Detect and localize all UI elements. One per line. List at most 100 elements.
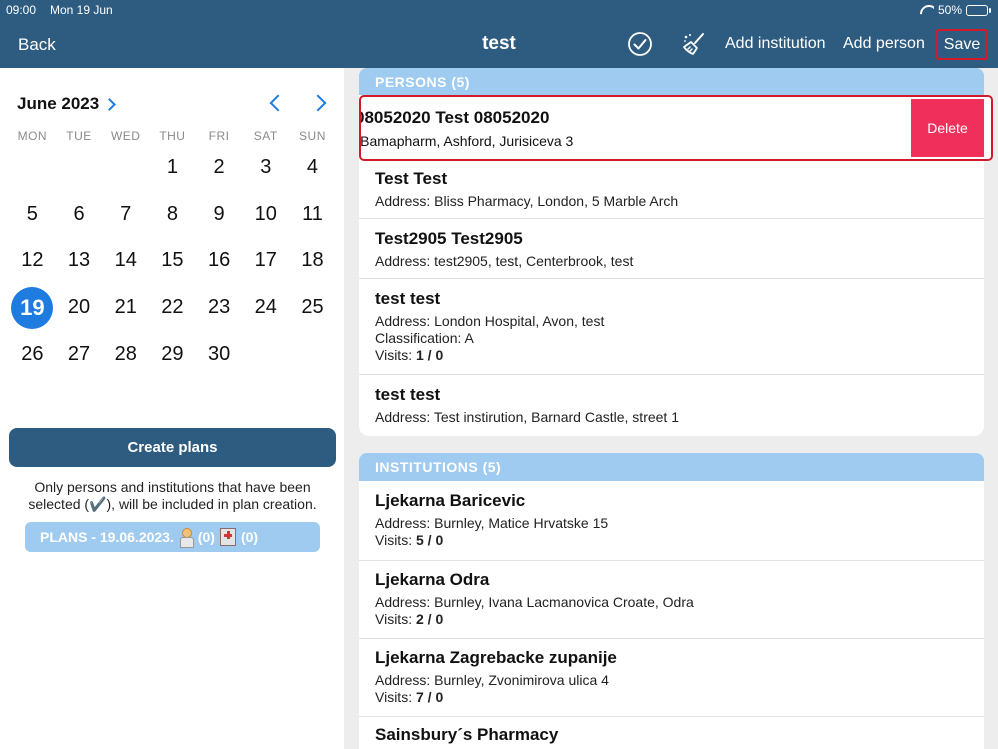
calendar-day-number: 15 <box>161 249 184 272</box>
month-selector[interactable]: June 2023 <box>17 94 117 114</box>
calendar-day[interactable]: 29 <box>149 331 196 378</box>
item-address: Address: London Hospital, Avon, test <box>375 313 605 329</box>
calendar-day[interactable]: 16 <box>196 238 243 285</box>
calendar-day[interactable]: 8 <box>149 191 196 238</box>
calendar-day[interactable]: 25 <box>289 284 336 331</box>
list-item[interactable]: Ljekarna Baricevic Address: Burnley, Mat… <box>359 481 984 561</box>
doctor-icon <box>179 528 194 548</box>
item-address: Address: Bliss Pharmacy, London, 5 Marbl… <box>375 193 679 209</box>
calendar-day-number: 25 <box>301 296 324 319</box>
calendar-day-number: 21 <box>114 296 137 319</box>
calendar-day-number: 27 <box>67 343 91 366</box>
calendar-day[interactable]: 23 <box>196 284 243 331</box>
item-name: 08052020 Test 08052020 <box>359 108 550 127</box>
delete-button[interactable]: Delete <box>911 99 984 157</box>
previous-month-icon[interactable] <box>269 94 287 112</box>
status-bar: 09:00 Mon 19 Jun 50% <box>0 0 998 20</box>
calendar-day[interactable]: 5 <box>9 191 56 238</box>
chevron-right-icon <box>103 97 117 111</box>
calendar-day-number: 20 <box>67 296 91 319</box>
add-person-button[interactable]: Add person <box>843 35 925 53</box>
broom-icon[interactable] <box>681 31 707 57</box>
calendar-day-selected[interactable]: 19 <box>9 284 56 331</box>
calendar-day-number: 8 <box>166 202 178 225</box>
list-item[interactable]: Test2905 Test2905 Address: test2905, tes… <box>359 219 984 279</box>
add-institution-button[interactable]: Add institution <box>725 35 826 53</box>
calendar-panel: June 2023 MON TUE WED THU FRI SAT SUN 12345678… <box>0 68 344 749</box>
calendar-day-number: 23 <box>207 296 231 319</box>
calendar-day[interactable]: 14 <box>102 238 149 285</box>
persons-section-header: PERSONS (5) <box>359 68 984 98</box>
calendar-day[interactable]: 12 <box>9 238 56 285</box>
calendar-day-number: 5 <box>26 202 38 225</box>
swiped-row-content[interactable]: 08052020 Test 08052020 Address: Bamaphar… <box>361 97 912 159</box>
list-item[interactable]: test test Address: Test instirution, Bar… <box>359 375 984 436</box>
calendar-day[interactable]: 26 <box>9 331 56 378</box>
calendar-day[interactable]: 10 <box>242 191 289 238</box>
list-item[interactable]: Ljekarna Odra Address: Burnley, Ivana La… <box>359 561 984 639</box>
wifi-icon <box>920 5 934 15</box>
calendar-day[interactable]: 3 <box>242 144 289 191</box>
calendar-day[interactable]: 9 <box>196 191 243 238</box>
calendar-blank <box>56 144 103 191</box>
calendar-day[interactable]: 28 <box>102 331 149 378</box>
calendar-blank <box>9 144 56 191</box>
weekday-label: TUE <box>66 129 92 143</box>
item-name: Ljekarna Odra <box>375 570 490 589</box>
calendar-day-number: 11 <box>302 202 323 225</box>
weekday-label: SAT <box>253 129 278 143</box>
calendar-day[interactable]: 1 <box>149 144 196 191</box>
calendar-day[interactable]: 27 <box>56 331 103 378</box>
item-address: Address: test2905, test, Centerbrook, te… <box>375 253 634 269</box>
calendar-day-number: 26 <box>21 343 44 366</box>
calendar-day-number: 9 <box>213 202 225 225</box>
calendar-day[interactable]: 30 <box>196 331 243 378</box>
institutions-list: Ljekarna Baricevic Address: Burnley, Mat… <box>359 481 984 749</box>
plan-hint-line: selected (✔️), will be included in plan … <box>28 496 317 512</box>
calendar-day-number: 14 <box>114 249 137 272</box>
calendar-day-number: 28 <box>114 343 137 366</box>
calendar-day[interactable]: 24 <box>242 284 289 331</box>
calendar-day-number: 19 <box>11 286 54 329</box>
calendar-day[interactable]: 11 <box>289 191 336 238</box>
item-address: Address: Burnley, Ivana Lacmanovica Croa… <box>375 594 694 610</box>
calendar-day-number: 24 <box>254 296 277 319</box>
item-visits: Visits: 1 / 0 <box>375 347 444 363</box>
calendar-day[interactable]: 18 <box>289 238 336 285</box>
calendar-day[interactable]: 21 <box>102 284 149 331</box>
calendar-day[interactable]: 15 <box>149 238 196 285</box>
save-button[interactable]: Save <box>936 29 988 60</box>
month-label: June 2023 <box>17 94 100 113</box>
calendar-day-number: 7 <box>120 202 132 225</box>
next-month-icon[interactable] <box>309 94 327 112</box>
status-date: Mon 19 Jun <box>50 3 113 17</box>
calendar-day[interactable]: 22 <box>149 284 196 331</box>
calendar-day-number: 29 <box>161 343 184 366</box>
item-visits: Visits: 2 / 0 <box>375 611 444 627</box>
calendar-day[interactable]: 20 <box>56 284 103 331</box>
item-classification: Classification: A <box>375 330 474 346</box>
calendar-day[interactable]: 13 <box>56 238 103 285</box>
plan-hint-line: Only persons and institutions that have … <box>34 479 311 495</box>
swiped-person-row[interactable]: 08052020 Test 08052020 Address: Bamaphar… <box>359 95 993 161</box>
item-name: Ljekarna Zagrebacke zupanije <box>375 648 617 667</box>
calendar-day[interactable]: 7 <box>102 191 149 238</box>
status-time: 09:00 <box>6 3 37 17</box>
hospital-icon <box>219 528 236 546</box>
calendar-day[interactable]: 6 <box>56 191 103 238</box>
list-item[interactable]: Sainsbury´s Pharmacy <box>359 717 984 749</box>
battery-percent: 50% <box>937 3 962 17</box>
calendar-day[interactable]: 17 <box>242 238 289 285</box>
create-plans-button[interactable]: Create plans <box>9 428 336 467</box>
plans-summary[interactable]: PLANS - 19.06.2023. (0) (0) <box>25 522 320 552</box>
calendar-day[interactable]: 4 <box>289 144 336 191</box>
weekday-header: MON TUE WED THU FRI SAT SUN <box>9 129 336 143</box>
list-item[interactable]: Ljekarna Zagrebacke zupanije Address: Bu… <box>359 639 984 717</box>
calendar-grid: 1 2 3 4 5 6 7 8 9 10 11 12 13 14 15 16 17 18 19 20 21 22 23 24 2… <box>9 144 336 378</box>
calendar-day[interactable]: 2 <box>196 144 243 191</box>
list-item[interactable]: test test Address: London Hospital, Avon… <box>359 279 984 375</box>
item-address: Address: Burnley, Matice Hrvatske 15 <box>375 515 609 531</box>
check-all-icon[interactable] <box>627 31 653 57</box>
item-name: Test2905 Test2905 <box>375 229 523 248</box>
list-item[interactable]: Test Test Address: Bliss Pharmacy, Londo… <box>359 161 984 219</box>
